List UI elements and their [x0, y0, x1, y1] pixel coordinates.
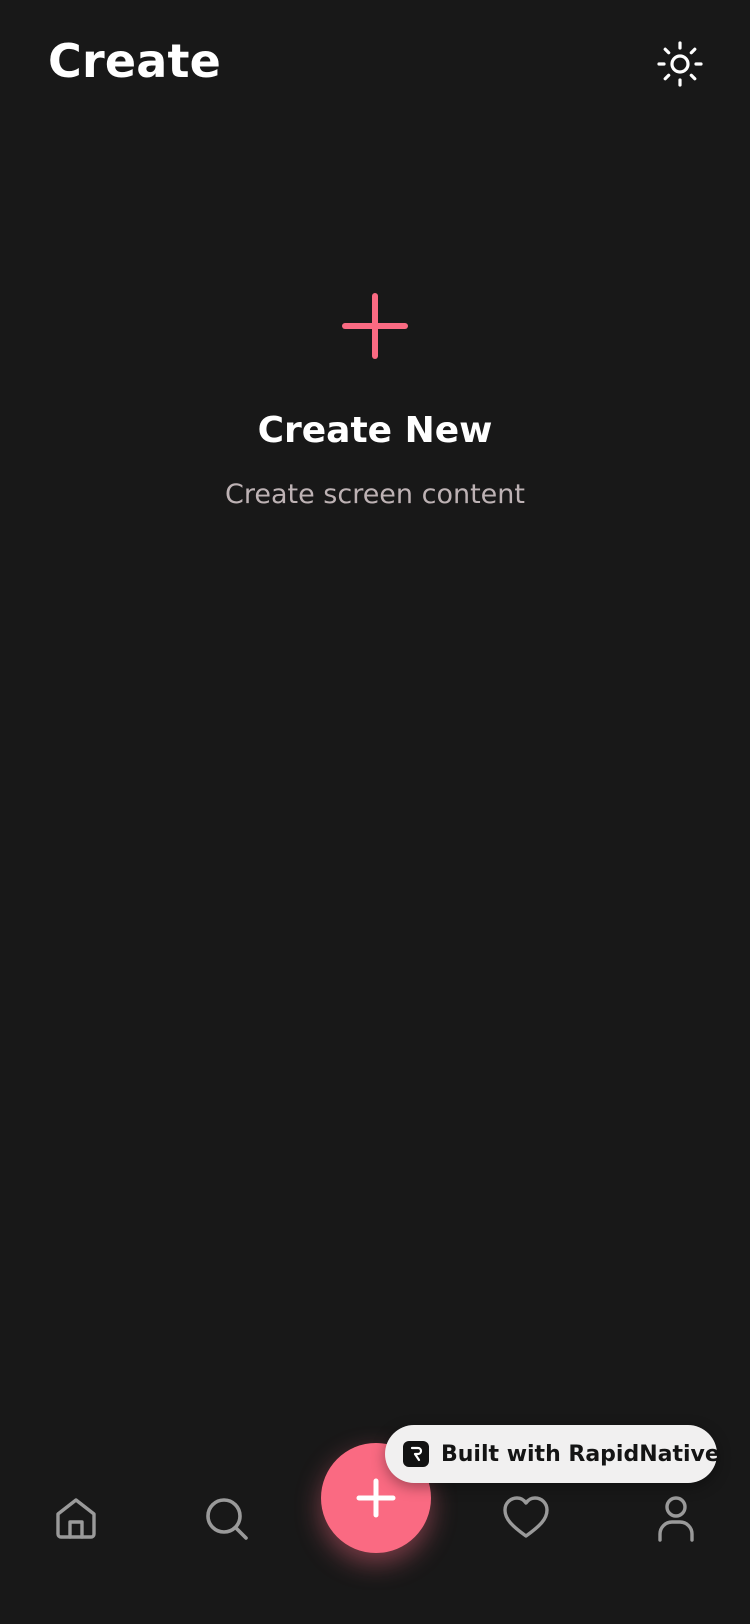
plus-icon — [356, 1478, 396, 1518]
badge-label: Built with RapidNative — [441, 1441, 720, 1467]
rapidnative-logo-icon — [403, 1441, 429, 1467]
theme-toggle-button[interactable] — [656, 40, 704, 88]
heart-icon — [503, 1496, 549, 1538]
user-icon — [658, 1496, 694, 1542]
nav-search[interactable] — [202, 1494, 250, 1542]
empty-state-subtitle: Create screen content — [224, 479, 525, 510]
create-screen: Create Create New Create screen content — [0, 0, 750, 1624]
nav-profile[interactable] — [652, 1494, 700, 1542]
nav-favorites[interactable] — [502, 1494, 550, 1542]
plus-icon — [342, 293, 408, 359]
page-title: Create — [48, 34, 222, 88]
search-icon — [206, 1498, 248, 1540]
home-icon — [56, 1498, 96, 1539]
nav-home[interactable] — [52, 1494, 100, 1542]
empty-state: Create New Create screen content — [0, 290, 750, 510]
empty-state-title: Create New — [257, 410, 493, 451]
sun-icon — [657, 41, 703, 87]
built-with-badge[interactable]: Built with RapidNative — [385, 1425, 720, 1483]
